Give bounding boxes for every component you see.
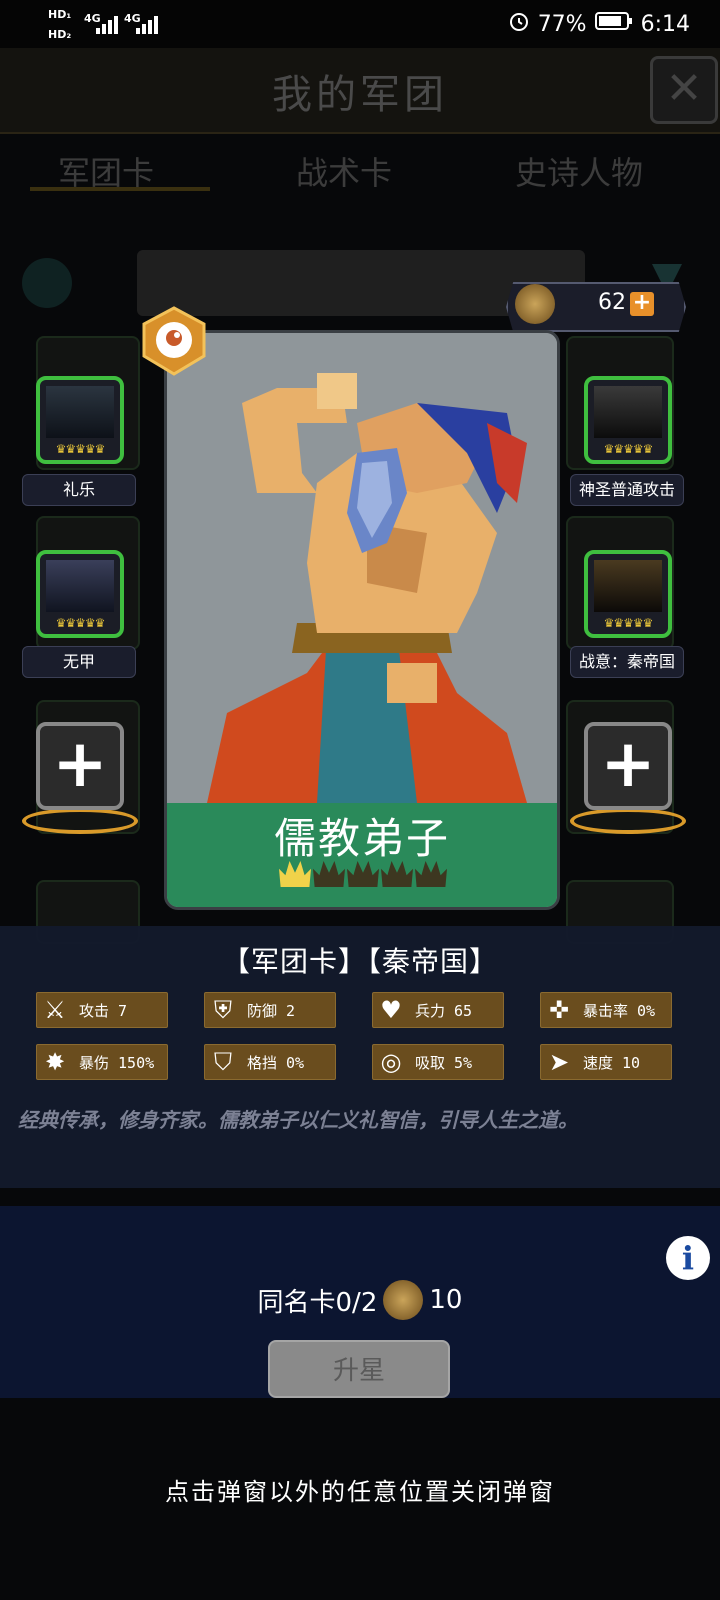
battery-icon <box>594 11 633 37</box>
card-name: 儒教弟子 <box>273 814 450 863</box>
upgrade-cost: 10 <box>429 1285 463 1315</box>
crown-icon <box>313 861 345 887</box>
page-title: 我的军团 <box>272 72 448 118</box>
crown-icon: ♛♛♛♛♛ <box>55 442 106 456</box>
card-thumbnail <box>594 386 662 438</box>
duplicate-card-row: 同名卡0/2 10 <box>0 1280 720 1320</box>
rank-badge-icon <box>142 306 206 376</box>
crown-icon <box>381 861 413 887</box>
stat-item: ➤ 速度 10 <box>540 1044 672 1080</box>
deck-slot-left-1[interactable]: ♛♛♛♛♛ <box>36 376 124 464</box>
crown-icon: ♛♛♛♛♛ <box>603 442 654 456</box>
card-description: 经典传承，修身齐家。儒教弟子以仁义礼智信，引导人生之道。 <box>18 1108 578 1132</box>
add-card-button-right[interactable]: + <box>584 722 672 810</box>
crown-icon: ♛♛♛♛♛ <box>603 616 654 630</box>
alarm-icon <box>508 10 530 38</box>
slot-ring <box>22 808 138 834</box>
stat-value: 兵力 65 <box>415 1001 473 1020</box>
legion-card-detail: 儒教弟子 <box>164 330 560 910</box>
close-hint: 点击弹窗以外的任意位置关闭弹窗 <box>165 1478 555 1506</box>
clock: 6:14 <box>640 11 690 37</box>
add-resource-button[interactable]: + <box>630 292 654 316</box>
crit-icon: ✜ <box>548 996 570 1024</box>
crown-icon: ♛♛♛♛♛ <box>55 616 106 630</box>
stat-value: 防御 2 <box>247 1001 296 1020</box>
drain-icon: ◎ <box>380 1048 402 1076</box>
block-icon: ⛉ <box>214 1048 232 1076</box>
crown-icon <box>415 861 447 887</box>
deck-slot-label: 战意：秦帝国 <box>570 646 684 678</box>
sim2-indicator: HD₂ <box>48 28 72 41</box>
burst-icon: ✸ <box>44 1048 66 1076</box>
info-button[interactable]: i <box>666 1236 710 1280</box>
deck-slot-right-2[interactable]: ♛♛♛♛♛ <box>584 550 672 638</box>
eagle-emblem-icon <box>383 1280 424 1320</box>
card-thumbnail <box>46 386 114 438</box>
stat-value: 格挡 0% <box>247 1053 305 1072</box>
stat-item: ⚔ 攻击 7 <box>36 992 168 1028</box>
duplicate-count: 同名卡0/2 <box>257 1287 378 1318</box>
deck-slot-right-1[interactable]: ♛♛♛♛♛ <box>584 376 672 464</box>
list-icon[interactable] <box>22 258 72 308</box>
crown-icon <box>279 861 311 887</box>
tab-underline <box>30 187 210 191</box>
stat-value: 暴伤 150% <box>79 1053 155 1072</box>
card-tags: 【军团卡】【秦帝国】 <box>221 945 498 978</box>
stat-item: ♥ 兵力 65 <box>372 992 504 1028</box>
deck-slot-left-2[interactable]: ♛♛♛♛♛ <box>36 550 124 638</box>
card-thumbnail <box>594 560 662 612</box>
slot-ring <box>570 808 686 834</box>
stat-value: 速度 10 <box>583 1053 641 1072</box>
battery-percent: 77% <box>537 11 587 37</box>
stat-value: 吸取 5% <box>415 1053 473 1072</box>
resource-value: 62 <box>598 290 626 315</box>
card-portrait <box>167 333 557 803</box>
deck-slot-label: 无甲 <box>22 646 136 678</box>
stat-item: ⛨ 防御 2 <box>204 992 336 1028</box>
stat-item: ◎ 吸取 5% <box>372 1044 504 1080</box>
star-rating <box>279 861 447 887</box>
boot-icon: ➤ <box>548 1048 570 1076</box>
crown-icon <box>347 861 379 887</box>
sim1-indicator: HD₁ <box>48 8 72 21</box>
stat-item: ✜ 暴击率 0% <box>540 992 672 1028</box>
signal-icon <box>136 14 160 38</box>
stat-item: ✸ 暴伤 150% <box>36 1044 168 1080</box>
deck-slot-label: 礼乐 <box>22 474 136 506</box>
card-thumbnail <box>46 560 114 612</box>
close-button[interactable]: ✕ <box>650 56 718 124</box>
shield-icon: ⛨ <box>214 996 232 1024</box>
stat-item: ⛉ 格挡 0% <box>204 1044 336 1080</box>
stat-value: 暴击率 0% <box>583 1001 656 1020</box>
eagle-emblem-icon <box>515 284 555 324</box>
stat-value: 攻击 7 <box>79 1001 128 1020</box>
status-right: 77% 6:14 <box>508 10 690 38</box>
tab-tactic-cards[interactable]: 战术卡 <box>296 148 392 194</box>
star-up-button[interactable]: 升星 <box>268 1340 450 1398</box>
sword-icon: ⚔ <box>44 996 66 1024</box>
heart-icon: ♥ <box>380 996 402 1024</box>
deck-slot-label: 神圣普通攻击 <box>570 474 684 506</box>
tab-epic-heroes[interactable]: 史诗人物 <box>515 148 643 194</box>
status-bar: HD₁ HD₂ 4G 4G 77% 6:14 <box>0 0 720 48</box>
signal-icon <box>96 14 120 38</box>
add-card-button-left[interactable]: + <box>36 722 124 810</box>
